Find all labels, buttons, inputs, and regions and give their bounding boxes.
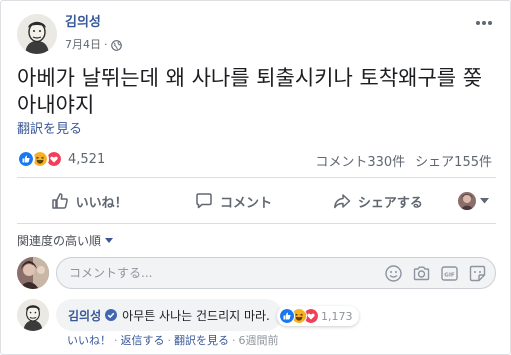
emoji-icon[interactable] bbox=[384, 264, 403, 283]
globe-icon bbox=[110, 39, 122, 51]
comments-count[interactable]: コメント330件 bbox=[315, 151, 405, 170]
reaction-icons bbox=[17, 150, 63, 168]
comment-input[interactable] bbox=[69, 258, 369, 288]
post-card: 김의성 7月4日 · 아베가 날뛰는데 왜 사나를 퇴출시키나 토착왜구를 쫒아… bbox=[0, 0, 511, 355]
reaction-count[interactable]: 4,521 bbox=[68, 152, 105, 167]
divider-bottom bbox=[17, 223, 496, 224]
audience-selector[interactable] bbox=[450, 192, 496, 210]
comment-box[interactable]: GIF bbox=[56, 257, 496, 289]
comment-reaction-count: 1,173 bbox=[321, 309, 353, 323]
comment-separator: · bbox=[114, 333, 118, 347]
comment-reactions[interactable]: 1,173 bbox=[277, 306, 359, 326]
comment-timestamp[interactable]: 6週間前 bbox=[239, 332, 279, 348]
comment-text: 아무튼 사나는 건드리지 마라. bbox=[122, 308, 270, 323]
camera-icon[interactable] bbox=[412, 264, 431, 283]
post-author-name[interactable]: 김의성 bbox=[65, 15, 101, 31]
comment-separator: · bbox=[232, 333, 236, 347]
verified-badge-icon bbox=[105, 309, 118, 321]
comment-actions: いいね！ · 返信する · 翻訳を見る · 6週間前 bbox=[67, 332, 279, 348]
share-button[interactable]: シェアする bbox=[306, 192, 450, 211]
comment-like-reaction-icon bbox=[279, 308, 295, 324]
post-date[interactable]: 7月4日 bbox=[65, 38, 101, 52]
post-text: 아베가 날뛰는데 왜 사나를 퇴출시키나 토착왜구를 쫒아내야지 bbox=[17, 66, 483, 117]
like-button[interactable]: いいね！ bbox=[17, 192, 161, 211]
svg-text:GIF: GIF bbox=[444, 272, 455, 278]
like-reaction-icon bbox=[17, 150, 35, 168]
comment-author-name[interactable]: 김의성 bbox=[68, 307, 101, 324]
author-avatar[interactable] bbox=[17, 14, 57, 54]
caret-down-icon bbox=[479, 198, 489, 204]
share-button-label: シェアする bbox=[357, 195, 423, 211]
engagement-counts: コメント330件 シェア155件 bbox=[315, 151, 492, 170]
meta-separator: · bbox=[104, 38, 108, 51]
see-translation-link[interactable]: 翻訳を見る bbox=[17, 122, 82, 138]
comment-like-link[interactable]: いいね！ bbox=[67, 332, 111, 348]
divider-top bbox=[17, 177, 496, 178]
like-button-label: いいね！ bbox=[75, 195, 128, 211]
comment-author-avatar[interactable] bbox=[17, 299, 49, 331]
comment-input-tools: GIF bbox=[384, 264, 487, 283]
gif-icon[interactable]: GIF bbox=[440, 264, 459, 283]
share-arrow-icon bbox=[333, 194, 351, 209]
comment-bubble: 김의성 아무튼 사나는 건드리지 마라. bbox=[56, 299, 282, 331]
comment-separator: · bbox=[167, 333, 172, 347]
comment-sort-label: 関連度の高い順 bbox=[17, 234, 102, 248]
post-meta: 7月4日 · bbox=[65, 38, 122, 52]
thumbs-up-icon bbox=[51, 193, 68, 209]
viewer-avatar bbox=[457, 192, 476, 210]
comment-sort-dropdown[interactable]: 関連度の高い順 bbox=[17, 232, 114, 249]
more-options-icon[interactable] bbox=[474, 15, 494, 31]
commenter-avatar[interactable] bbox=[17, 257, 49, 289]
reactions-summary[interactable]: 4,521 bbox=[17, 149, 105, 169]
comment-button[interactable]: コメント bbox=[161, 192, 305, 211]
comment-reply-link[interactable]: 返信する bbox=[121, 332, 165, 348]
comment-translate-link[interactable]: 翻訳を見る bbox=[174, 332, 229, 348]
speech-bubble-icon bbox=[196, 193, 212, 209]
sticker-icon[interactable] bbox=[468, 264, 487, 283]
sort-caret-icon bbox=[105, 238, 114, 243]
comment-button-label: コメント bbox=[219, 195, 272, 211]
action-bar: いいね！ コメント シェアする bbox=[17, 183, 496, 219]
shares-count[interactable]: シェア155件 bbox=[415, 151, 492, 170]
